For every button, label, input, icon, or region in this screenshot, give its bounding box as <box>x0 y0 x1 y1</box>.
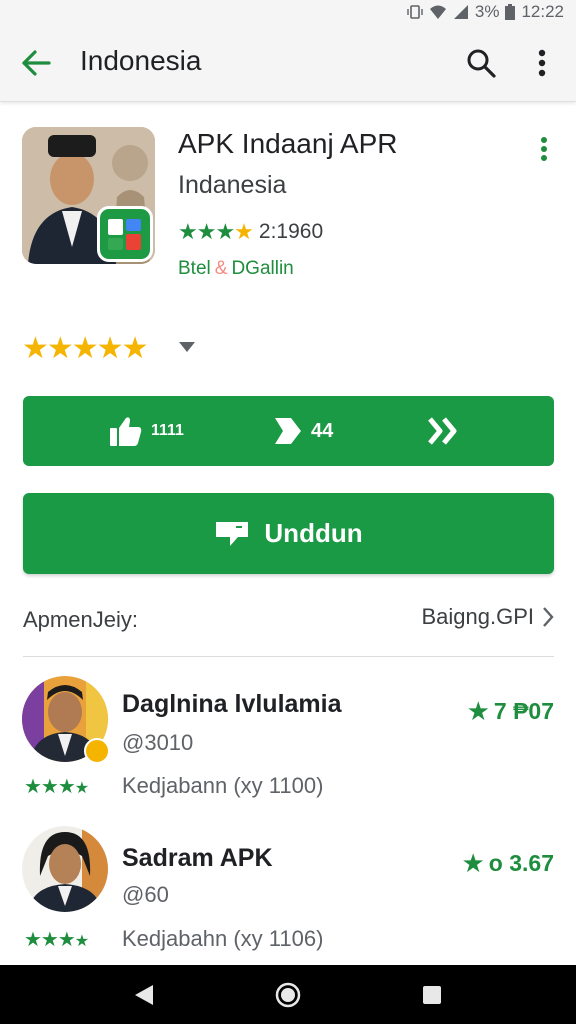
divider <box>23 656 554 657</box>
item-name: Daglnina lvlulamia <box>122 690 342 718</box>
app-more-button[interactable] <box>530 132 558 166</box>
app-rating-row: ★★★★ 2:1960 <box>178 219 323 245</box>
app-badge-icon <box>97 206 153 262</box>
app-tag-publisher: DGallin <box>231 258 294 279</box>
share-action[interactable]: 44 <box>273 396 333 466</box>
signal-icon <box>453 5 468 19</box>
battery-percent: 3% <box>474 2 500 21</box>
thumbs-up-icon <box>110 417 142 446</box>
item-score: ★ o 3.67 <box>461 848 554 879</box>
overflow-menu-button[interactable] <box>526 44 558 82</box>
item-score-value: o 3.67 <box>488 850 554 876</box>
nav-home-button[interactable] <box>272 979 304 1011</box>
rate-stars[interactable]: ★★★★★ <box>22 331 148 366</box>
like-action[interactable]: 1111 <box>109 396 184 466</box>
like-count: 1111 <box>151 422 184 439</box>
share-count: 44 <box>311 419 334 442</box>
vibrate-icon <box>407 5 423 19</box>
back-button[interactable] <box>18 45 54 81</box>
dropdown-arrow-icon <box>179 342 195 352</box>
app-icon <box>22 127 155 264</box>
install-label: Unddun <box>264 518 363 548</box>
list-item[interactable]: Sadram APK @60 ★ o 3.67 ★★★★ Kedjabahn (… <box>0 822 576 962</box>
app-developer[interactable]: Indanesia <box>178 171 286 200</box>
list-item[interactable]: Daglnina lvlulamia @3010 ★ 7 ₱07 ★★★★ Ke… <box>0 670 576 810</box>
item-sub: @60 <box>122 882 169 907</box>
item-score-value: 7 ₱07 <box>493 698 554 724</box>
system-nav-bar <box>0 965 576 1024</box>
avatar <box>22 826 108 912</box>
nav-recents-button[interactable] <box>416 979 448 1011</box>
app-bar-title: Indonesia <box>80 45 202 76</box>
square-recents-icon <box>423 986 441 1004</box>
status-indicators: 3% 12:22 <box>407 2 564 22</box>
item-sub: @3010 <box>122 730 194 755</box>
section-link-label: Baigng.GPI <box>421 604 534 629</box>
more-vert-icon <box>538 49 546 77</box>
app-rating-count: 2:1960 <box>258 220 324 243</box>
item-meta: Kedjabahn (xy 1106) <box>122 926 324 951</box>
app-tags: Btel & DGallin <box>178 258 294 280</box>
action-bar: 1111 44 <box>23 396 554 466</box>
double-chevron-icon <box>428 417 457 445</box>
item-meta: Kedjabann (xy 1100) <box>122 773 324 798</box>
app-title: APK Indaanj APR <box>178 128 398 159</box>
rate-dropdown[interactable] <box>176 336 198 358</box>
nav-back-button[interactable] <box>128 979 160 1011</box>
item-stars: ★★★★ <box>24 776 89 798</box>
item-name: Sadram APK <box>122 844 273 872</box>
status-bar: 3% 12:22 <box>0 0 576 24</box>
app-tag-category: Btel <box>178 258 211 279</box>
search-icon <box>467 49 496 78</box>
app-bar: Indonesia <box>0 24 576 102</box>
search-button[interactable] <box>462 44 500 82</box>
triangle-back-icon <box>135 985 153 1005</box>
item-score: ★ 7 ₱07 <box>467 696 554 727</box>
verified-badge-icon <box>84 738 110 764</box>
item-stars: ★★★★ <box>24 929 89 951</box>
clock: 12:22 <box>521 2 564 21</box>
install-button[interactable]: Unddun <box>23 493 554 574</box>
share-arrow-icon <box>275 418 301 444</box>
app-tag-separator: & <box>214 258 228 279</box>
more-vert-icon <box>541 137 547 161</box>
star-icon: ★ <box>466 696 490 726</box>
chevron-right-icon <box>543 607 554 627</box>
section-label: ApmenJeiy: <box>23 607 138 632</box>
forward-action[interactable] <box>427 396 459 466</box>
section-link[interactable]: Baigng.GPI <box>421 604 554 630</box>
app-rating-stars: ★★★★ <box>178 219 254 244</box>
arrow-back-icon <box>22 50 51 76</box>
wifi-icon <box>429 5 446 19</box>
battery-icon <box>505 4 516 20</box>
circle-home-icon <box>275 982 301 1008</box>
star-icon: ★ <box>461 848 485 878</box>
download-icon <box>216 521 249 546</box>
